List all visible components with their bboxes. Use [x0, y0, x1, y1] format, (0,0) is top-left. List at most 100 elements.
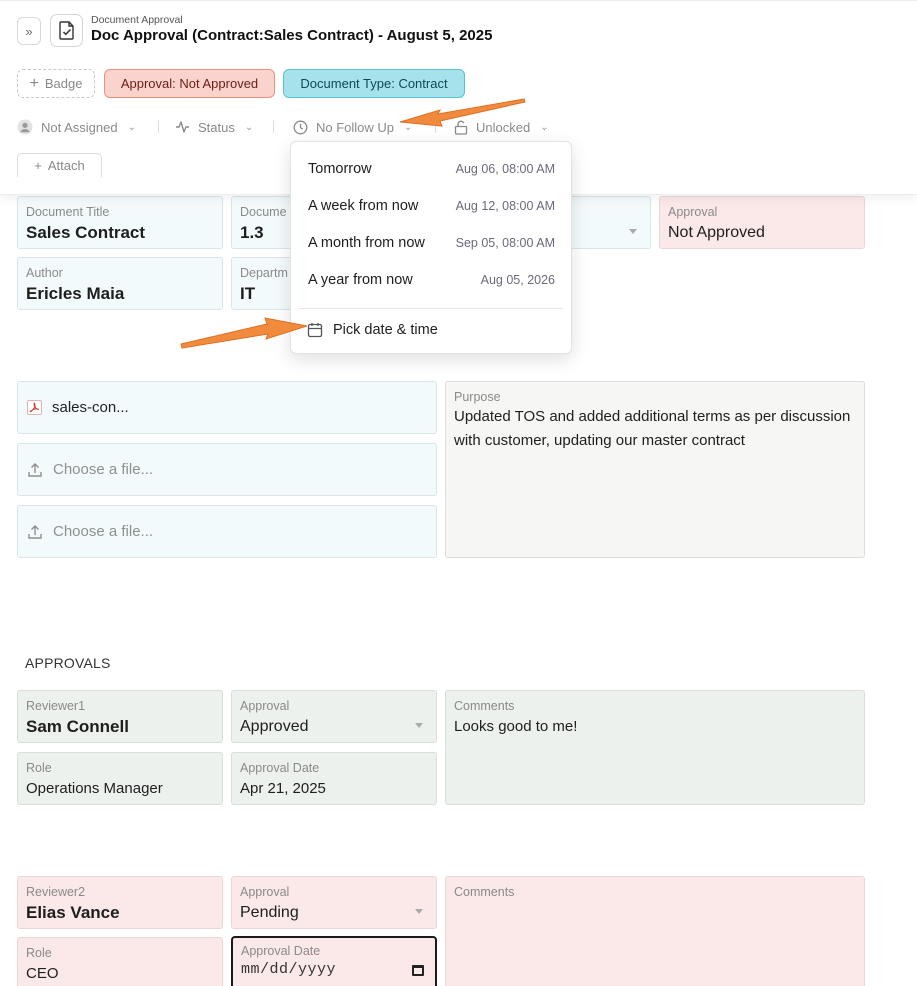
- option-label: Tomorrow: [308, 161, 372, 177]
- assignee-selector[interactable]: Not Assigned ⌄: [17, 118, 136, 136]
- follow-up-selector[interactable]: No Follow Up ⌄: [293, 118, 412, 136]
- document-title-field[interactable]: Document Title Sales Contract: [17, 196, 223, 249]
- lock-label: Unlocked: [476, 119, 531, 135]
- reviewer2-approval-date-input[interactable]: Approval Date mm/dd/yyyy: [231, 936, 437, 986]
- reviewer1-comments-field[interactable]: Comments Looks good to me!: [445, 690, 865, 805]
- calendar-icon[interactable]: [412, 965, 424, 976]
- menu-divider: [299, 308, 563, 309]
- field-label: Comments: [454, 885, 515, 899]
- field-label: Reviewer1: [26, 699, 86, 713]
- field-value: CEO: [26, 965, 59, 982]
- attach-label: Attach: [47, 158, 85, 173]
- lock-selector[interactable]: Unlocked ⌄: [454, 118, 549, 136]
- field-value: Ericles Maia: [26, 284, 125, 303]
- chevron-down-icon: [629, 229, 637, 234]
- field-value: Sales Contract: [26, 223, 146, 242]
- follow-up-menu: Tomorrow Aug 06, 08:00 AM A week from no…: [290, 141, 572, 354]
- clock-icon: [293, 120, 308, 134]
- follow-up-label: No Follow Up: [316, 119, 395, 135]
- reviewer1-approval-date-field[interactable]: Approval Date Apr 21, 2025: [231, 752, 437, 805]
- reviewer2-field[interactable]: Reviewer2 Elias Vance: [17, 876, 223, 929]
- field-label: Purpose: [454, 390, 501, 404]
- pick-date-time-option[interactable]: Pick date & time: [307, 318, 438, 342]
- file-upload-slot[interactable]: Choose a file...: [17, 443, 437, 496]
- upload-icon: [28, 524, 42, 539]
- add-badge-button[interactable]: + Badge: [17, 69, 95, 98]
- reviewer2-comments-field[interactable]: Comments: [445, 876, 865, 986]
- reviewer1-field[interactable]: Reviewer1 Sam Connell: [17, 690, 223, 743]
- option-label: A week from now: [308, 198, 419, 214]
- field-label: Role: [26, 946, 52, 960]
- approval-status-badge[interactable]: Approval: Not Approved: [104, 69, 275, 98]
- purpose-text: Updated TOS and added additional terms a…: [454, 408, 851, 449]
- attach-button[interactable]: + Attach: [17, 153, 102, 177]
- pdf-file-icon: [27, 400, 42, 415]
- document-type-badge[interactable]: Document Type: Contract: [283, 69, 465, 98]
- chevron-down-icon: ⌄: [404, 121, 413, 133]
- field-value: Elias Vance: [26, 903, 120, 922]
- author-field[interactable]: Author Ericles Maia: [17, 257, 223, 310]
- field-value: Looks good to me!: [454, 718, 578, 735]
- field-value: Operations Manager: [26, 780, 163, 797]
- meta-divider: [273, 121, 274, 133]
- reviewer1-role-field[interactable]: Role Operations Manager: [17, 752, 223, 805]
- calendar-icon: [307, 323, 323, 338]
- upload-placeholder: Choose a file...: [53, 461, 154, 478]
- field-label: Author: [26, 266, 63, 280]
- approvals-section-title: APPROVALS: [25, 655, 111, 671]
- field-value: Pending: [240, 904, 299, 921]
- field-value: Sam Connell: [26, 717, 129, 736]
- follow-up-option-tomorrow[interactable]: Tomorrow Aug 06, 08:00 AM: [291, 152, 571, 186]
- field-value: Not Approved: [668, 224, 765, 241]
- annotation-arrow-pick-date: [180, 317, 308, 349]
- chevron-down-icon: ⌄: [244, 121, 254, 133]
- field-label: Approval Date: [240, 761, 320, 775]
- option-datetime: Aug 06, 08:00 AM: [455, 162, 555, 176]
- attached-file-row[interactable]: sales-con...: [17, 381, 437, 434]
- reviewer2-approval-select[interactable]: Approval Pending: [231, 876, 437, 929]
- field-label: Reviewer2: [26, 885, 86, 899]
- reviewer1-approval-select[interactable]: Approval Approved: [231, 690, 437, 743]
- plus-icon: +: [29, 74, 39, 92]
- expand-sidebar-button[interactable]: »: [17, 17, 41, 45]
- double-chevron-right-icon: »: [25, 23, 33, 39]
- follow-up-option-year[interactable]: A year from now Aug 05, 2026: [291, 263, 571, 297]
- chevron-down-icon: ⌄: [540, 121, 549, 133]
- status-selector[interactable]: Status ⌄: [175, 118, 253, 136]
- field-value: Approved: [240, 718, 309, 735]
- purpose-field[interactable]: Purpose Updated TOS and added additional…: [445, 381, 865, 558]
- chevron-down-icon: [415, 723, 423, 728]
- file-upload-slot[interactable]: Choose a file...: [17, 505, 437, 558]
- meta-divider: [158, 121, 159, 133]
- activity-pulse-icon: [176, 121, 189, 133]
- option-datetime: Aug 05, 2026: [480, 273, 555, 287]
- field-label: Approval: [668, 205, 718, 219]
- file-name: sales-con...: [52, 399, 129, 416]
- option-datetime: Aug 12, 08:00 AM: [455, 199, 555, 213]
- assignee-label: Not Assigned: [41, 119, 118, 135]
- chevron-down-icon: [415, 909, 423, 914]
- follow-up-option-month[interactable]: A month from now Sep 05, 08:00 AM: [291, 226, 571, 260]
- unlock-icon: [454, 120, 468, 135]
- field-label: Approval: [240, 699, 290, 713]
- field-label: Approval Date: [241, 944, 321, 958]
- follow-up-option-week[interactable]: A week from now Aug 12, 08:00 AM: [291, 189, 571, 223]
- field-label: Document Title: [26, 205, 110, 219]
- date-placeholder: mm/dd/yyyy: [241, 961, 337, 978]
- reviewer2-role-field[interactable]: Role CEO: [17, 937, 223, 986]
- top-border: [0, 0, 917, 1]
- approval-status-field[interactable]: Approval Not Approved: [659, 196, 865, 249]
- upload-placeholder: Choose a file...: [53, 523, 154, 540]
- field-label: Role: [26, 761, 52, 775]
- option-label: A month from now: [308, 235, 425, 251]
- field-label: Approval: [240, 885, 290, 899]
- add-badge-label: Badge: [44, 76, 83, 91]
- breadcrumb[interactable]: Document Approval: [91, 14, 183, 26]
- field-value: Apr 21, 2025: [240, 780, 326, 797]
- user-avatar-icon: [17, 119, 33, 135]
- option-label: A year from now: [308, 272, 413, 288]
- meta-divider: [435, 121, 436, 133]
- upload-icon: [28, 462, 42, 477]
- page-title: Doc Approval (Contract:Sales Contract) -…: [91, 27, 493, 44]
- plus-icon: +: [34, 158, 42, 173]
